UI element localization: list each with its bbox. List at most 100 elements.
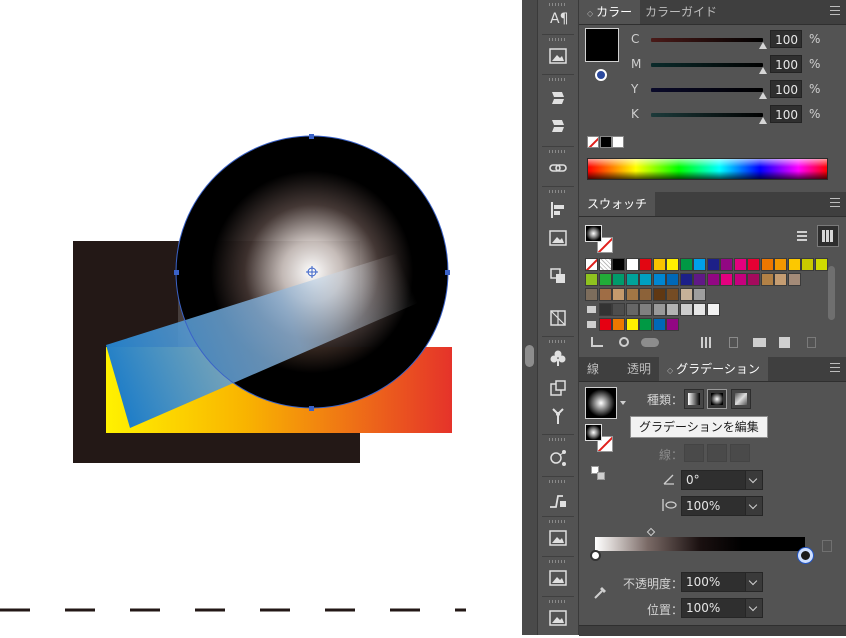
swatch[interactable]: [612, 273, 625, 286]
swatch[interactable]: [598, 303, 612, 316]
tab-color-guide[interactable]: カラーガイド: [637, 0, 725, 24]
magenta-slider[interactable]: [651, 63, 763, 67]
gradient-fill-stroke-indicator[interactable]: [585, 424, 615, 454]
cyan-slider[interactable]: [651, 38, 763, 42]
strip-grip[interactable]: [549, 340, 567, 343]
brush-stamp-icon[interactable]: [544, 114, 572, 138]
strip-grip[interactable]: [549, 560, 567, 563]
strip-grip[interactable]: [549, 480, 567, 483]
paragraph-icon[interactable]: A¶: [544, 6, 572, 30]
pathfinder-icon[interactable]: [544, 264, 572, 288]
white-quick-swatch[interactable]: [612, 136, 624, 148]
swatch[interactable]: [733, 273, 747, 286]
swatch[interactable]: [585, 288, 598, 301]
artboard-canvas[interactable]: [0, 0, 522, 635]
freeform-gradient-button[interactable]: [731, 389, 751, 409]
swatch-fill-stroke-indicator[interactable]: [585, 225, 615, 255]
grid-view-button[interactable]: [817, 225, 839, 247]
export-asset-icon[interactable]: [544, 376, 572, 400]
panel-menu-icon[interactable]: [830, 6, 840, 15]
swatch[interactable]: [652, 318, 666, 331]
swatch[interactable]: [612, 258, 625, 271]
swatch[interactable]: [760, 258, 774, 271]
swatch-options-icon[interactable]: [701, 337, 712, 348]
swatch[interactable]: [625, 273, 639, 286]
new-swatch-icon[interactable]: [779, 337, 790, 348]
image-icon[interactable]: [544, 606, 572, 630]
swatch[interactable]: [720, 273, 733, 286]
align-icon[interactable]: [544, 198, 572, 222]
gradient-stop-white[interactable]: [590, 550, 601, 561]
gradient-preview-thumbnail[interactable]: [585, 387, 617, 419]
swatch[interactable]: [747, 273, 760, 286]
puppet-warp-icon[interactable]: [544, 404, 572, 428]
strip-grip[interactable]: [549, 150, 567, 153]
swatch[interactable]: [625, 318, 639, 331]
transform-icon[interactable]: [544, 306, 572, 330]
link-icon[interactable]: [544, 156, 572, 180]
strip-grip[interactable]: [549, 600, 567, 603]
panel-menu-icon[interactable]: [830, 363, 840, 372]
trash-icon[interactable]: [807, 337, 816, 348]
stroke-along-button[interactable]: [707, 444, 727, 462]
gradient-stop-black-selected[interactable]: [798, 548, 813, 563]
panel-collapse-gutter[interactable]: [522, 0, 537, 635]
black-slider-thumb[interactable]: [759, 117, 767, 124]
swatch[interactable]: [666, 318, 679, 331]
delete-stop-trash-icon[interactable]: [822, 540, 832, 552]
tab-swatches[interactable]: スウォッチ: [579, 192, 656, 216]
swatch-library-icon[interactable]: [591, 337, 603, 347]
swatch[interactable]: [598, 288, 612, 301]
tab-transparency[interactable]: 透明: [619, 357, 659, 381]
swatch[interactable]: [693, 288, 706, 301]
node-network-icon[interactable]: [544, 446, 572, 470]
angle-dropdown[interactable]: 0°: [681, 470, 763, 490]
yellow-slider-thumb[interactable]: [759, 92, 767, 99]
swatch[interactable]: [612, 288, 625, 301]
swatch-scrollbar[interactable]: [827, 258, 837, 332]
tab-color[interactable]: ◇ カラー: [579, 0, 641, 24]
swatch[interactable]: [598, 318, 612, 331]
swatch[interactable]: [625, 288, 639, 301]
swatch[interactable]: [693, 258, 706, 271]
cloud-icon[interactable]: [641, 338, 659, 347]
color-spectrum-bar[interactable]: [587, 158, 828, 180]
swatch[interactable]: [720, 258, 733, 271]
swatch[interactable]: [814, 258, 828, 271]
magenta-value-field[interactable]: 100: [770, 55, 802, 73]
swatch[interactable]: [666, 258, 679, 271]
radial-gradient-button[interactable]: [707, 389, 727, 409]
swap-fill-stroke-icon[interactable]: [591, 466, 605, 480]
graphic-style-icon[interactable]: [544, 488, 572, 512]
tab-stroke[interactable]: 線: [579, 357, 607, 381]
swatch-none[interactable]: [585, 258, 598, 271]
swatch[interactable]: [639, 303, 652, 316]
swatch[interactable]: [706, 273, 720, 286]
stroke-across-button[interactable]: [730, 444, 750, 462]
midpoint-diamond[interactable]: [646, 527, 656, 537]
collapse-handle[interactable]: [525, 345, 534, 367]
swatch[interactable]: [625, 303, 639, 316]
new-group-folder-icon[interactable]: [753, 338, 766, 347]
image-icon[interactable]: [544, 566, 572, 590]
swatch[interactable]: [666, 273, 679, 286]
black-slider[interactable]: [651, 113, 763, 117]
swatch[interactable]: [679, 273, 693, 286]
swatch-kind-icon[interactable]: [619, 337, 629, 347]
swatch[interactable]: [639, 273, 652, 286]
swatch[interactable]: [679, 288, 693, 301]
swatch[interactable]: [733, 258, 747, 271]
swatch[interactable]: [774, 258, 787, 271]
swatch[interactable]: [652, 273, 666, 286]
swatch[interactable]: [679, 303, 693, 316]
strip-grip[interactable]: [549, 520, 567, 523]
cyan-value-field[interactable]: 100: [770, 30, 802, 48]
swatch[interactable]: [652, 288, 666, 301]
none-color-swatch[interactable]: [587, 136, 599, 148]
gradient-slider-bar[interactable]: [595, 537, 805, 551]
swatch[interactable]: [652, 303, 666, 316]
linear-gradient-button[interactable]: [684, 389, 704, 409]
swatch-group-icon[interactable]: [729, 337, 738, 348]
swatch[interactable]: [652, 258, 666, 271]
cyan-slider-thumb[interactable]: [759, 42, 767, 49]
